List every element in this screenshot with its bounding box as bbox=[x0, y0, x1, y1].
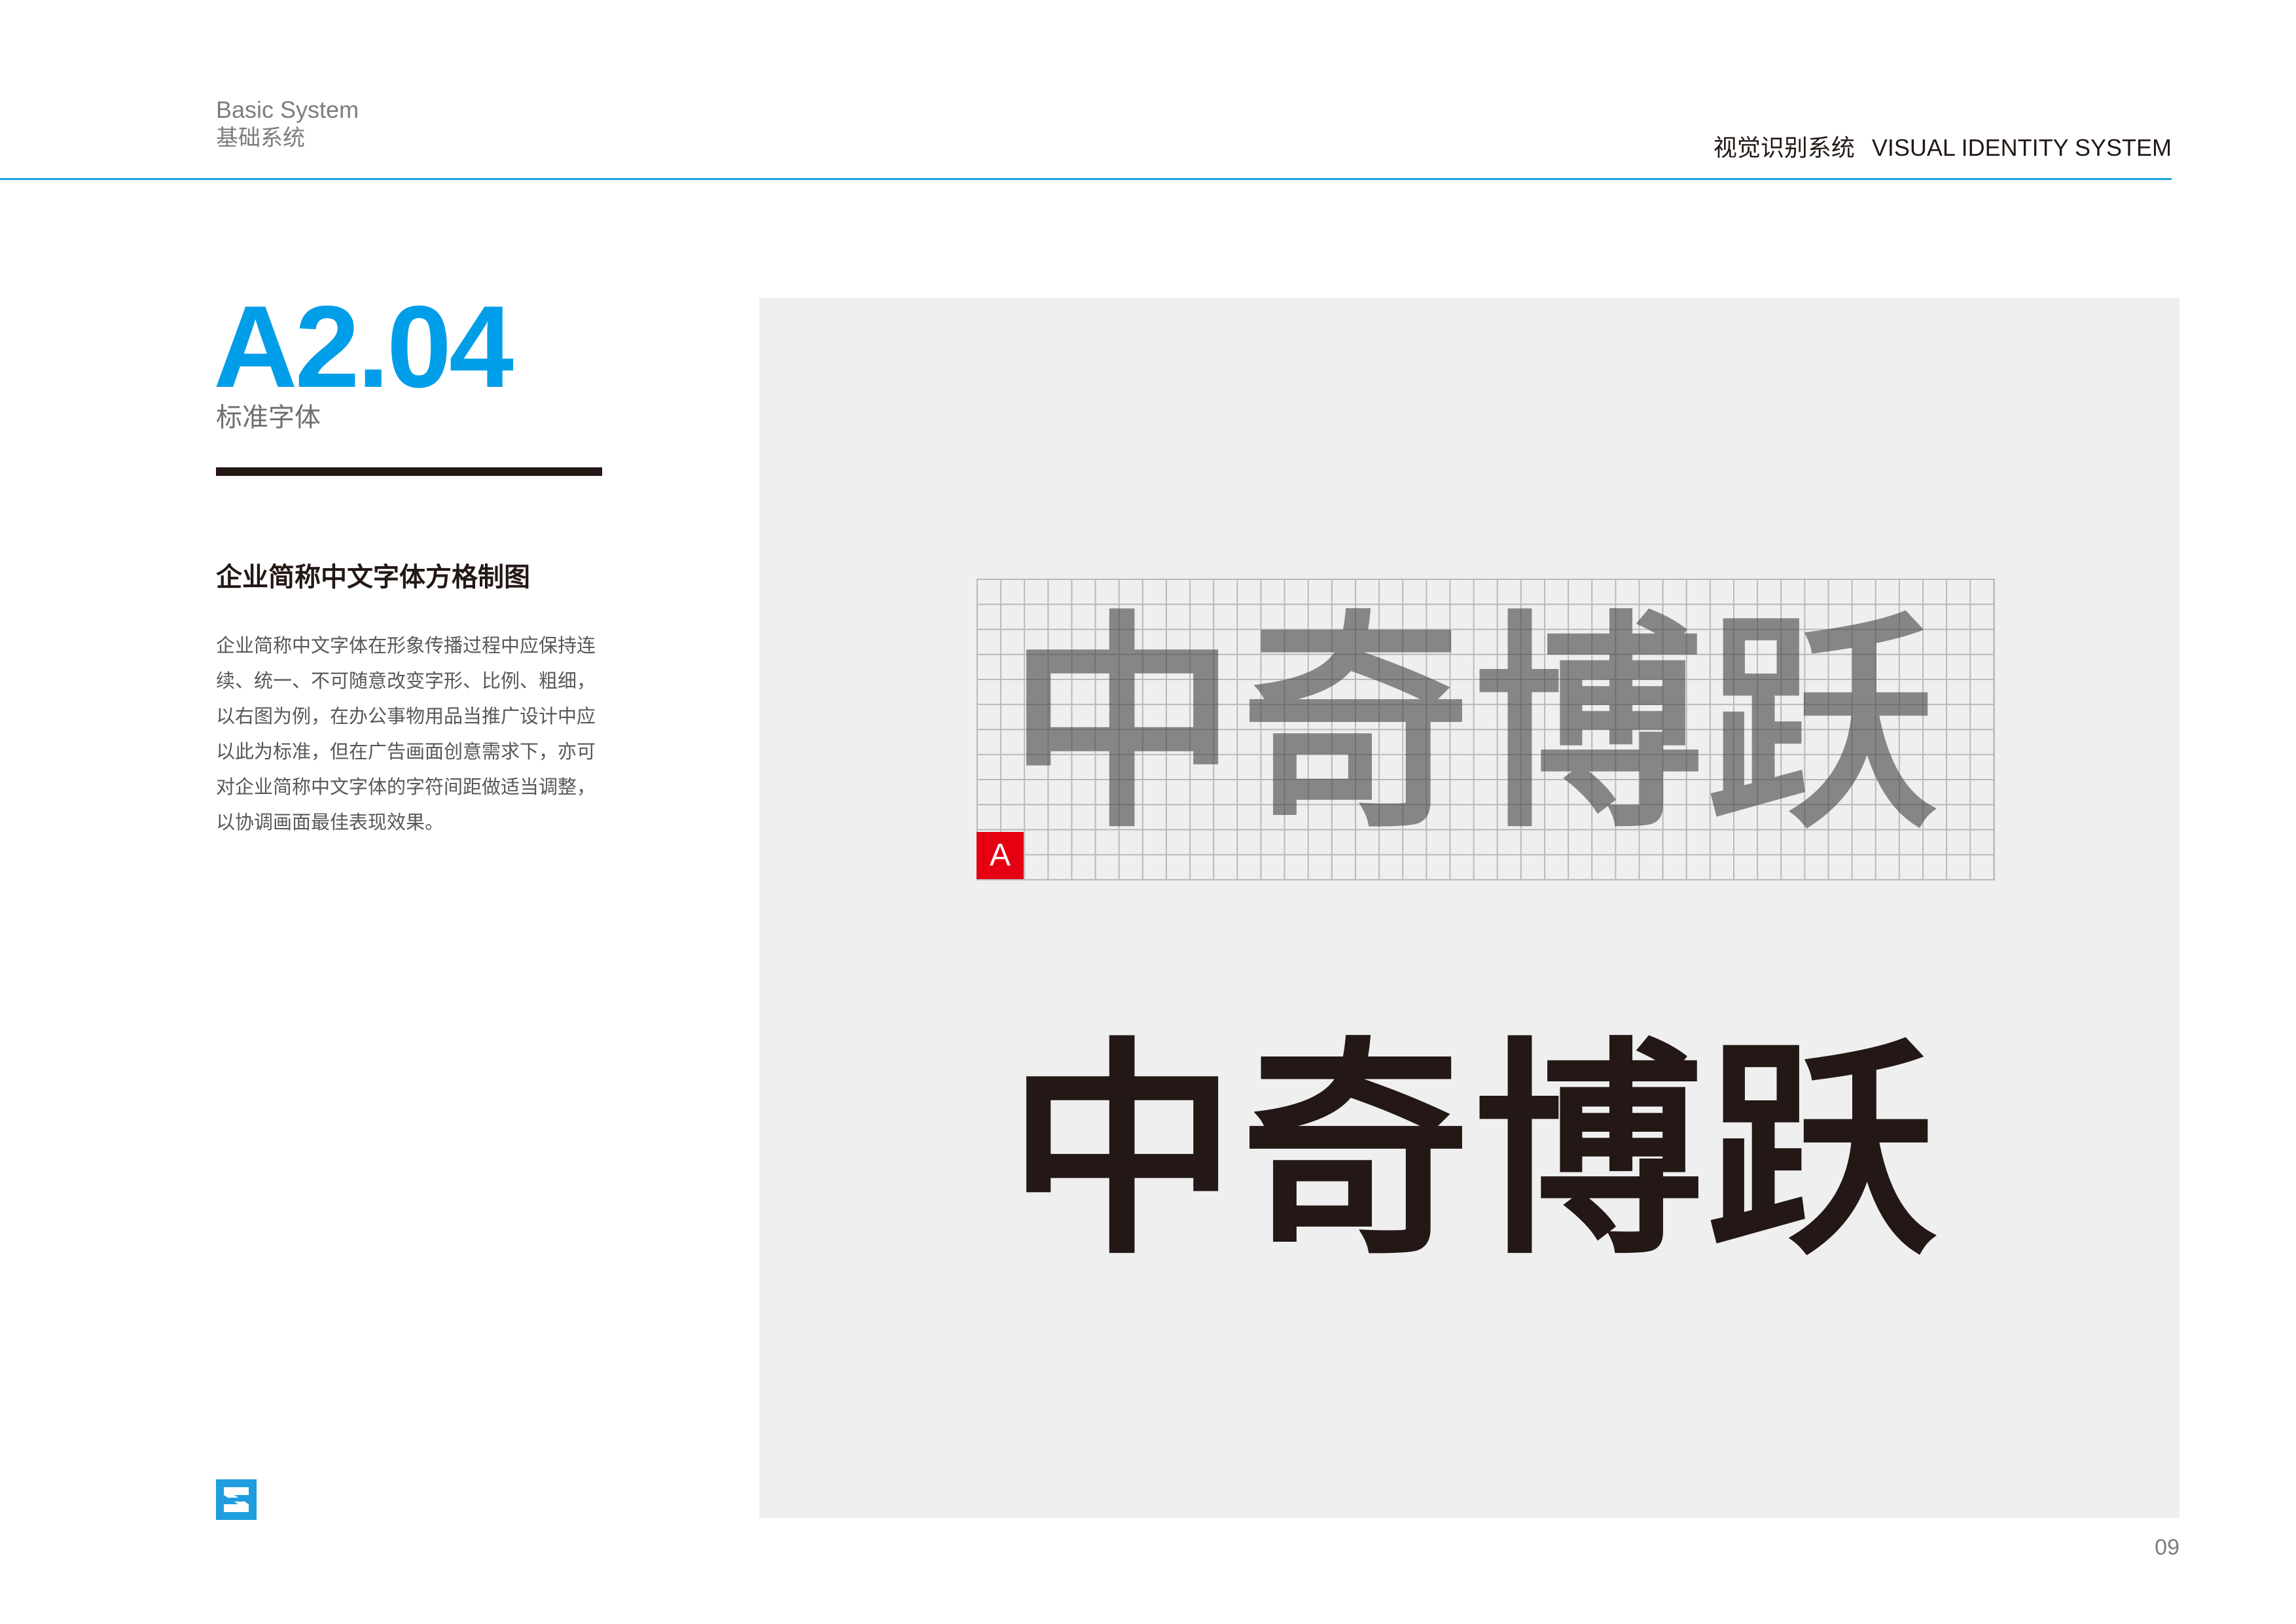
header-section-en: Basic System bbox=[216, 96, 359, 123]
artwork-panel bbox=[759, 298, 2179, 1518]
description-line: 以右图为例，在办公事物用品当推广设计中应 bbox=[216, 706, 596, 727]
grid-unit-marker: A bbox=[977, 832, 1024, 879]
section-code: A2.04 bbox=[213, 281, 514, 412]
page-number: 09 bbox=[2155, 1535, 2179, 1560]
header-system-cn: 视觉识别系统 bbox=[1713, 134, 1855, 161]
section-name: 标准字体 bbox=[216, 403, 321, 432]
header-divider bbox=[0, 178, 2172, 180]
description-line: 企业简称中文字体在形象传播过程中应保持连 bbox=[216, 636, 596, 657]
section-underline bbox=[216, 467, 602, 476]
header-section-cn: 基础系统 bbox=[216, 126, 305, 151]
description-line: 以此为标准，但在广告画面创意需求下，亦可 bbox=[216, 742, 596, 763]
description-line: 对企业简称中文字体的字符间距做适当调整， bbox=[216, 777, 596, 798]
description-heading: 企业简称中文字体方格制图 bbox=[216, 563, 530, 592]
description-line: 以协调画面最佳表现效果。 bbox=[216, 812, 444, 833]
brand-logo-icon bbox=[216, 1479, 257, 1520]
description-body: 企业简称中文字体在形象传播过程中应保持连 续、统一、不可随意改变字形、比例、粗细… bbox=[216, 628, 609, 840]
header-system-en: VISUAL IDENTITY SYSTEM bbox=[1871, 134, 2172, 161]
description-line: 续、统一、不可随意改变字形、比例、粗细， bbox=[216, 671, 596, 692]
wordmark-on-grid: 中奇博跃 bbox=[1008, 592, 1940, 859]
header-system-title: 视觉识别系统 VISUAL IDENTITY SYSTEM bbox=[1713, 134, 2172, 162]
wordmark-solid: 中奇博跃 bbox=[1008, 1019, 1940, 1286]
brand-logo-icon-svg bbox=[216, 1479, 257, 1520]
